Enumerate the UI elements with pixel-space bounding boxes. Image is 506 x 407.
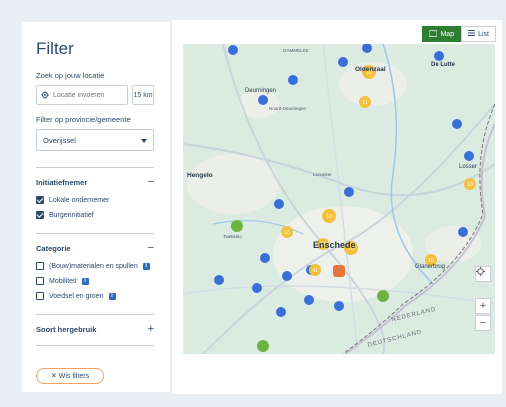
checkbox-bouwmaterialen[interactable]: (Bouw)materialen en spullen i xyxy=(36,262,154,270)
cluster-marker xyxy=(333,265,345,277)
info-icon[interactable]: i xyxy=(108,292,116,300)
location-label: Zoek op jouw locatie xyxy=(36,71,105,80)
map-view-label: Map xyxy=(440,30,455,38)
filter-title: Filter xyxy=(36,39,74,58)
location-input-wrapper[interactable] xyxy=(36,85,128,105)
svg-text:16: 16 xyxy=(284,230,290,236)
zoom-in-button[interactable]: + xyxy=(475,298,491,314)
map-area[interactable]: 10 11 10 10 16 24 18 16 41 Enschede Hengelo … xyxy=(183,44,495,354)
view-toggle: Map List xyxy=(422,26,496,42)
checkbox-label: Mobiliteit xyxy=(49,277,77,285)
place-label: Lonneker xyxy=(313,172,332,177)
checkbox[interactable] xyxy=(36,196,44,204)
list-view-label: List xyxy=(478,30,489,38)
map-icon xyxy=(429,28,438,39)
collapse-icon[interactable]: − xyxy=(148,242,154,254)
checkbox[interactable] xyxy=(36,292,44,300)
radius-select[interactable]: 15 km xyxy=(132,85,154,105)
province-value: Overijssel xyxy=(43,135,76,145)
expand-icon[interactable]: + xyxy=(148,323,154,335)
checkbox[interactable] xyxy=(36,211,44,219)
place-label: Noord-Deurningen xyxy=(269,106,307,111)
locate-me-button[interactable] xyxy=(475,266,491,282)
checkbox-label: (Bouw)materialen en spullen xyxy=(49,262,138,270)
svg-text:10: 10 xyxy=(467,182,473,188)
collapse-icon[interactable]: − xyxy=(148,176,154,188)
checkbox-label: Burgerinitiatief xyxy=(49,211,94,219)
divider xyxy=(36,314,154,315)
checkbox-label: Voedsel en groen xyxy=(49,292,104,300)
map-view-button[interactable]: Map xyxy=(422,26,462,42)
svg-text:10: 10 xyxy=(326,214,332,220)
checkbox-burgerinitiatief[interactable]: Burgerinitiatief xyxy=(36,211,154,219)
place-label: Losser xyxy=(459,164,478,170)
clear-filters-button[interactable]: ✕ Wis filters xyxy=(36,368,104,384)
checkbox-voedsel-groen[interactable]: Voedsel en groen i xyxy=(36,292,154,300)
svg-text:11: 11 xyxy=(362,100,367,106)
place-label: De Lutte xyxy=(431,62,455,68)
section-initiatiefnemer-header[interactable]: Initiatiefnemer − xyxy=(36,176,154,188)
map-canvas: 1011 1010 1624 1816 41 xyxy=(183,44,495,354)
checkbox-lokale-ondernemer[interactable]: Lokale ondernemer xyxy=(36,196,154,204)
location-row: 15 km xyxy=(36,85,154,105)
checkbox[interactable] xyxy=(36,277,44,285)
zoom-out-button[interactable]: − xyxy=(475,315,491,331)
list-icon xyxy=(468,30,476,38)
location-input[interactable] xyxy=(53,91,123,99)
place-label: GAMMELKE xyxy=(283,48,309,53)
checkbox-label: Lokale ondernemer xyxy=(49,196,110,204)
section-title: Soort hergebruik xyxy=(36,324,97,334)
divider xyxy=(36,233,154,234)
place-label: Oldenzaal xyxy=(355,66,386,73)
province-select[interactable]: Overijssel xyxy=(36,129,154,151)
info-icon[interactable]: i xyxy=(142,262,150,270)
divider xyxy=(36,345,154,346)
svg-text:41: 41 xyxy=(312,268,318,274)
main-panel: Map List 10 11 10 10 16 24 18 16 41 Ensc… xyxy=(172,20,502,394)
checkbox[interactable] xyxy=(36,262,44,270)
place-label: Enschede xyxy=(313,240,356,250)
locate-icon[interactable] xyxy=(41,86,49,104)
section-hergebruik-header[interactable]: Soort hergebruik + xyxy=(36,323,154,335)
filter-sidebar: Filter Zoek op jouw locatie 15 km Filter… xyxy=(22,22,170,392)
place-label: Glanerbrug xyxy=(415,264,446,270)
checkbox-mobiliteit[interactable]: Mobiliteit i xyxy=(36,277,154,285)
chevron-down-icon xyxy=(141,136,147,145)
list-view-button[interactable]: List xyxy=(461,26,496,42)
place-label: Twekkelo xyxy=(223,234,242,239)
place-label: Deurningen xyxy=(245,88,277,94)
divider xyxy=(36,167,154,168)
section-categorie-header[interactable]: Categorie − xyxy=(36,242,154,254)
section-title: Categorie xyxy=(36,243,71,253)
province-label: Filter op provincie/gemeente xyxy=(36,115,131,124)
info-icon[interactable]: i xyxy=(81,277,89,285)
place-label: Hengelo xyxy=(187,172,213,179)
section-title: Initiatiefnemer xyxy=(36,177,88,187)
